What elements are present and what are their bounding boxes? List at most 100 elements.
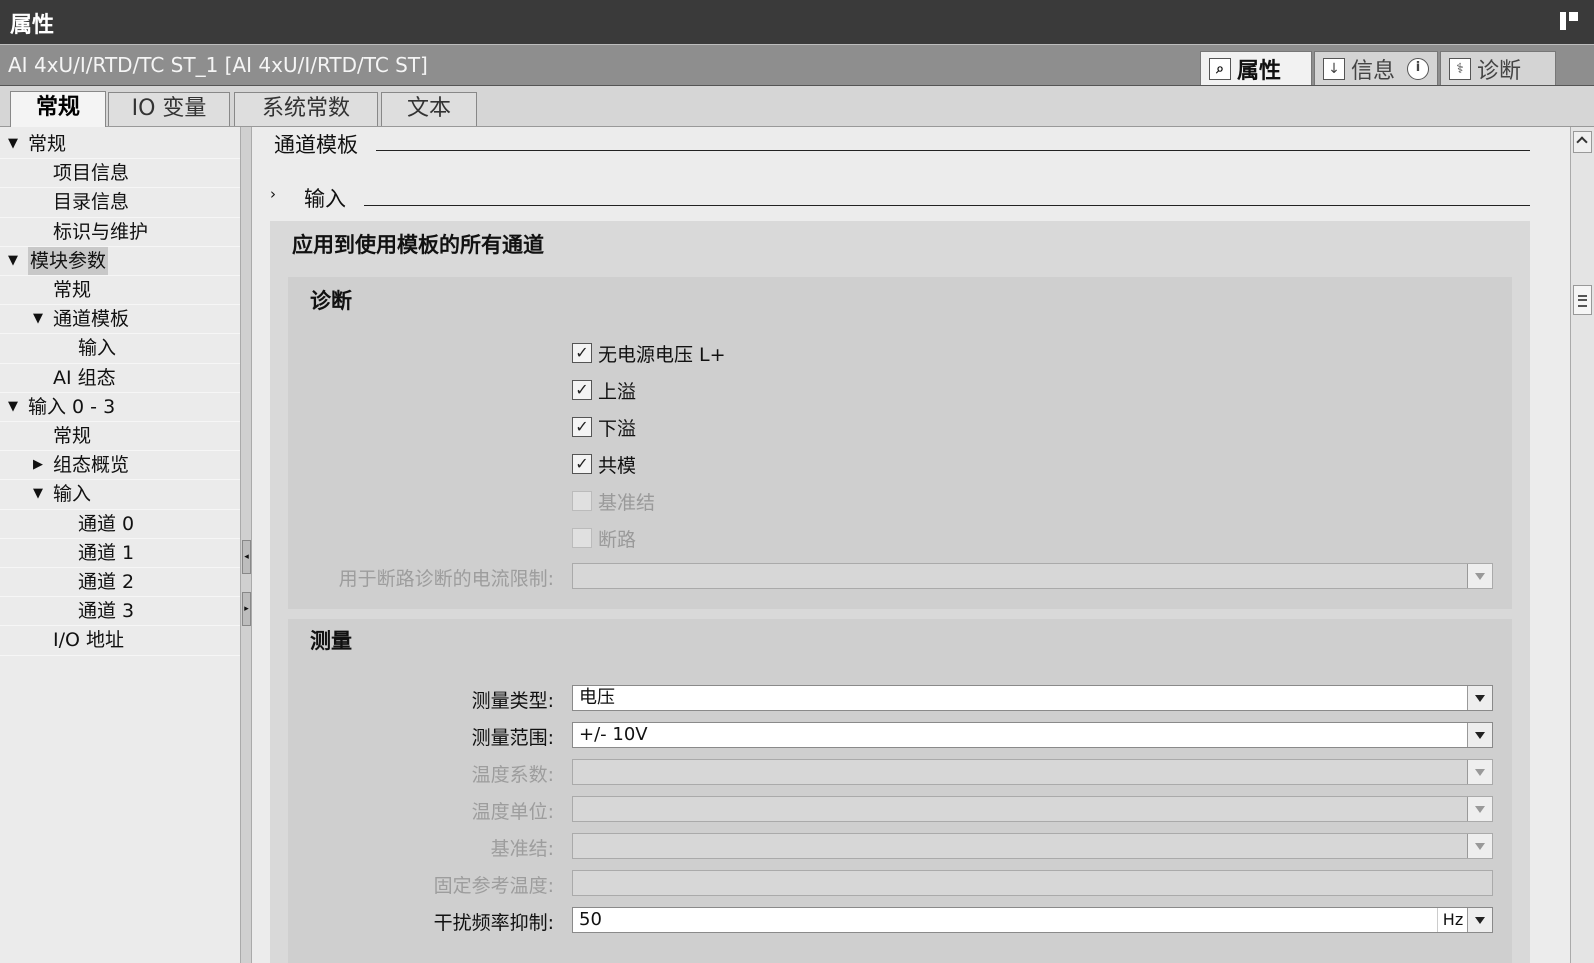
tab-io-tags[interactable]: IO 变量 <box>108 92 230 126</box>
info-badge-icon: i <box>1407 57 1429 80</box>
tree-item-label: 输入 0 - 3 <box>28 395 116 418</box>
chevron-down-icon[interactable] <box>1467 723 1492 747</box>
tab-properties[interactable]: ⌕ 属性 <box>1200 51 1312 85</box>
chevron-down-icon[interactable] <box>1467 686 1492 710</box>
tab-info[interactable]: ↓ 信息 i <box>1314 51 1438 85</box>
tree-expanded-icon[interactable]: ▼ <box>6 393 20 421</box>
expand-right-icon[interactable]: ▸ <box>242 592 251 626</box>
measurement-select[interactable]: 电压 <box>572 685 1493 711</box>
tab-info-label: 信息 <box>1351 58 1396 84</box>
tab-general[interactable]: 常规 <box>10 91 106 127</box>
tab-texts[interactable]: 文本 <box>381 92 477 126</box>
main-tab-strip: 常规 IO 变量 系统常数 文本 <box>0 86 1594 127</box>
tree-item[interactable]: ▼ 模块参数 <box>0 246 240 275</box>
measurement-select <box>572 759 1493 785</box>
tree-item[interactable]: ▼ 通道模板 <box>0 305 240 333</box>
tree-expanded-icon[interactable]: ▼ <box>31 480 45 508</box>
tree-expanded-icon[interactable]: ▼ <box>6 247 20 275</box>
collapse-left-icon[interactable]: ◂ <box>242 540 251 574</box>
measurement-panel: 测量 测量类型: 电压 测量范围: +/- 10V 温度系数: 温度单位: 基准结: 固定参考… <box>288 619 1512 963</box>
tab-system-constants[interactable]: 系统常数 <box>234 92 378 126</box>
tree-item[interactable]: 通道 2 <box>0 568 240 596</box>
checkbox-empty-icon <box>572 491 592 511</box>
diagnostics-title: 诊断 <box>310 289 352 313</box>
section-title: 通道模板 <box>274 133 358 157</box>
panel-title: 应用到使用模板的所有通道 <box>292 233 544 257</box>
diagnostic-checkbox[interactable]: ✓ 共模 <box>572 451 636 477</box>
template-panel: 应用到使用模板的所有通道 诊断 ✓ 无电源电压 L+ ✓ 上溢 ✓ 下溢 ✓ 共模 基准结 断路 … <box>270 221 1530 963</box>
checkbox-label: 共模 <box>598 454 637 477</box>
tree-item[interactable]: 通道 3 <box>0 597 240 625</box>
subsection-divider <box>364 205 1530 206</box>
subsection-title[interactable]: 输入 <box>304 183 346 213</box>
checkbox-label: 基准结 <box>598 491 656 514</box>
tree-item[interactable]: ▼ 输入 0 - 3 <box>0 393 240 421</box>
tree-item[interactable]: 通道 1 <box>0 539 240 567</box>
tree-item-label: I/O 地址 <box>53 629 124 652</box>
diagnostic-checkbox[interactable]: ✓ 无电源电压 L+ <box>572 340 726 366</box>
scroll-thumb[interactable] <box>1573 285 1592 315</box>
tree-item-label: 常规 <box>53 425 92 447</box>
tree-item-label: 组态概览 <box>53 454 130 477</box>
diagnostics-icon: ⚕ <box>1449 57 1471 80</box>
object-bar: AI 4xU/I/RTD/TC ST_1 [AI 4xU/I/RTD/TC ST… <box>0 44 1594 87</box>
tree-item[interactable]: 项目信息 <box>0 159 240 187</box>
tree-item-label: 通道 1 <box>78 541 135 564</box>
measurement-title: 测量 <box>310 629 352 653</box>
tree-item[interactable]: 常规 <box>0 276 240 304</box>
window-title: 属性 <box>10 13 55 38</box>
measurement-field-label: 基准结: <box>490 838 554 860</box>
tree-item[interactable]: 标识与维护 <box>0 218 240 246</box>
chevron-down-icon <box>1467 564 1492 588</box>
tree-item-label: 输入 <box>78 337 117 360</box>
chevron-right-icon[interactable]: › <box>270 185 276 203</box>
tree-item[interactable]: 输入 <box>0 334 240 362</box>
vertical-scrollbar[interactable] <box>1570 127 1594 963</box>
diagnostic-checkbox[interactable]: ✓ 上溢 <box>572 377 636 403</box>
dock-pin-icon[interactable] <box>1560 12 1578 30</box>
checkbox-checked-icon[interactable]: ✓ <box>572 343 592 363</box>
tree-item-label: 通道 2 <box>78 571 135 593</box>
tree-item[interactable]: 常规 <box>0 422 240 450</box>
splitter[interactable]: ◂ ▸ <box>240 127 252 963</box>
diagnostic-checkbox: 断路 <box>572 525 636 551</box>
tree-item[interactable]: ▼ 常规 <box>0 130 240 158</box>
tree-item-label: 模块参数 <box>28 246 109 275</box>
checkbox-checked-icon[interactable]: ✓ <box>572 454 592 474</box>
content-area: 通道模板 › 输入 应用到使用模板的所有通道 诊断 ✓ 无电源电压 L+ ✓ 上溢 ✓ 下… <box>252 127 1570 963</box>
tree-item-label: 标识与维护 <box>53 220 149 243</box>
measurement-select[interactable]: 50 Hz <box>572 907 1493 933</box>
diagnostic-checkbox: 基准结 <box>572 488 655 514</box>
window-title-bar: 属性 <box>0 0 1594 44</box>
checkbox-checked-icon[interactable]: ✓ <box>572 380 592 400</box>
chevron-down-icon[interactable] <box>1467 908 1492 932</box>
diagnostic-checkbox[interactable]: ✓ 下溢 <box>572 414 636 440</box>
tree-item[interactable]: 通道 0 <box>0 510 240 538</box>
tree-collapsed-icon[interactable]: ▶ <box>31 451 45 479</box>
tab-diagnostics[interactable]: ⚕ 诊断 <box>1440 51 1556 85</box>
tree-item[interactable]: 目录信息 <box>0 188 240 216</box>
checkbox-label: 断路 <box>598 528 637 551</box>
section-divider <box>376 150 1530 151</box>
checkbox-empty-icon <box>572 528 592 548</box>
measurement-select <box>572 833 1493 859</box>
tree-item[interactable]: ▶ 组态概览 <box>0 451 240 479</box>
tree-item[interactable]: AI 组态 <box>0 364 240 392</box>
checkbox-label: 上溢 <box>598 380 637 403</box>
tree-expanded-icon[interactable]: ▼ <box>31 305 45 333</box>
tree-item-label: 通道模板 <box>53 308 130 331</box>
chevron-down-icon <box>1467 797 1492 821</box>
info-icon: ↓ <box>1323 57 1345 80</box>
measurement-select[interactable]: +/- 10V <box>572 722 1493 748</box>
scroll-up-icon[interactable] <box>1573 131 1592 153</box>
tree-expanded-icon[interactable]: ▼ <box>6 130 20 158</box>
magnifier-properties-icon: ⌕ <box>1209 57 1231 80</box>
tree-item-label: AI 组态 <box>53 366 116 389</box>
tree-item-label: 目录信息 <box>53 191 130 214</box>
checkbox-checked-icon[interactable]: ✓ <box>572 417 592 437</box>
current-limit-select <box>572 563 1493 589</box>
tree-item[interactable]: ▼ 输入 <box>0 480 240 508</box>
tree-item-label: 常规 <box>53 279 92 301</box>
diagnostics-panel: 诊断 ✓ 无电源电压 L+ ✓ 上溢 ✓ 下溢 ✓ 共模 基准结 断路 用于断路诊断的电流限制: <box>288 277 1512 609</box>
tree-item[interactable]: I/O 地址 <box>0 626 240 654</box>
